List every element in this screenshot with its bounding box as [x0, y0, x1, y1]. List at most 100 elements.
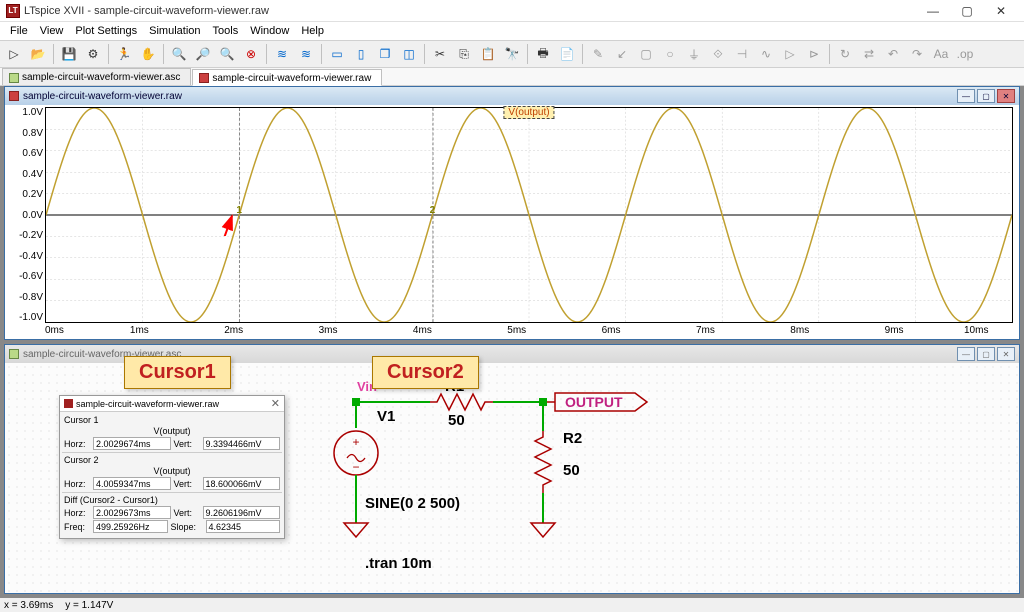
schematic-minimize-button[interactable]: —	[957, 347, 975, 361]
menu-help[interactable]: Help	[295, 24, 330, 38]
schematic-icon	[9, 349, 19, 359]
diode-button[interactable]: ▷	[779, 43, 801, 65]
waveform-icon	[199, 73, 209, 83]
x-tick: 5ms	[507, 325, 526, 339]
statusbar: x = 3.69ms y = 1.147V	[0, 598, 1024, 612]
r2-value[interactable]: 50	[563, 462, 580, 479]
y-tick: 0.4V	[22, 169, 43, 180]
y-tick: 0.2V	[22, 189, 43, 200]
y-tick: -0.4V	[19, 251, 43, 262]
menubar: File View Plot Settings Simulation Tools…	[0, 22, 1024, 40]
x-tick: 6ms	[602, 325, 621, 339]
zoom-out-button[interactable]: 🔍	[216, 43, 238, 65]
menu-window[interactable]: Window	[244, 24, 295, 38]
cut-button[interactable]: ✂	[429, 43, 451, 65]
waveform-x-axis[interactable]: 0ms 1ms 2ms 3ms 4ms 5ms 6ms 7ms 8ms 9ms …	[45, 325, 1013, 339]
autorange-button[interactable]: ≋	[271, 43, 293, 65]
run-button[interactable]: 🏃	[113, 43, 135, 65]
x-tick: 2ms	[224, 325, 243, 339]
y-tick: -0.8V	[19, 292, 43, 303]
zoom-in-button[interactable]: 🔍	[168, 43, 190, 65]
tab-raw[interactable]: sample-circuit-waveform-viewer.raw	[192, 69, 382, 86]
waveform-minimize-button[interactable]: —	[957, 89, 975, 103]
tab-asc-label: sample-circuit-waveform-viewer.asc	[22, 72, 180, 83]
open-button[interactable]: 📂	[27, 43, 49, 65]
schematic-maximize-button[interactable]: ▢	[977, 347, 995, 361]
y-tick: -0.2V	[19, 230, 43, 241]
resistor-r2[interactable]	[535, 431, 551, 493]
draw-line-button[interactable]: ↙	[611, 43, 633, 65]
draw-wire-button[interactable]: ✎	[587, 43, 609, 65]
menu-tools[interactable]: Tools	[207, 24, 245, 38]
mirror-button[interactable]: ⇄	[858, 43, 880, 65]
r2-label[interactable]: R2	[563, 430, 582, 447]
y-tick: 0.8V	[22, 128, 43, 139]
schematic-close-button[interactable]: ✕	[997, 347, 1015, 361]
x-tick: 10ms	[964, 325, 988, 339]
find-button[interactable]: 🔭	[501, 43, 523, 65]
copy-button[interactable]: ⎘	[453, 43, 475, 65]
trace-label[interactable]: V(output)	[503, 106, 554, 119]
inductor-button[interactable]: ∿	[755, 43, 777, 65]
waveform-window-titlebar[interactable]: sample-circuit-waveform-viewer.raw — ▢ ✕	[5, 87, 1019, 105]
r1-value[interactable]: 50	[448, 412, 465, 429]
zoom-extents-button[interactable]: ⊗	[240, 43, 262, 65]
ground-button[interactable]: ⏚	[683, 43, 705, 65]
close-button[interactable]: ✕	[984, 0, 1018, 22]
label-net-button[interactable]: Aa	[930, 43, 952, 65]
redo-button[interactable]: ↷	[906, 43, 928, 65]
waveform-close-button[interactable]: ✕	[997, 89, 1015, 103]
resistor-button[interactable]: ⟐	[707, 43, 729, 65]
cursor-1-marker[interactable]: 1	[236, 108, 242, 322]
draw-circle-button[interactable]: ○	[659, 43, 681, 65]
waveform-window-title: sample-circuit-waveform-viewer.raw	[23, 91, 182, 102]
schematic-canvas[interactable]: sample-circuit-waveform-viewer.raw ✕ Cur…	[5, 363, 1019, 593]
draw-rect-button[interactable]: ▢	[635, 43, 657, 65]
close-all-button[interactable]: ◫	[398, 43, 420, 65]
ground-symbol[interactable]	[531, 523, 555, 537]
rotate-button[interactable]: ↻	[834, 43, 856, 65]
zoom-pan-button[interactable]: 🔎	[192, 43, 214, 65]
svg-text:2: 2	[430, 205, 436, 216]
tab-asc[interactable]: sample-circuit-waveform-viewer.asc	[2, 68, 191, 85]
waveform-maximize-button[interactable]: ▢	[977, 89, 995, 103]
x-tick: 4ms	[413, 325, 432, 339]
v1-label[interactable]: V1	[377, 408, 395, 425]
waveform-y-axis[interactable]: 1.0V 0.8V 0.6V 0.4V 0.2V 0.0V -0.2V -0.4…	[5, 105, 45, 339]
v1-value[interactable]: SINE(0 2 500)	[365, 495, 460, 512]
status-y: y = 1.147V	[65, 600, 113, 611]
tile-vert-button[interactable]: ▯	[350, 43, 372, 65]
ground-symbol[interactable]	[344, 523, 368, 537]
x-tick: 3ms	[319, 325, 338, 339]
cursor-2-marker[interactable]: 2	[430, 108, 436, 322]
halt-button[interactable]: ✋	[137, 43, 159, 65]
spice-directive-button[interactable]: .op	[954, 43, 976, 65]
new-schematic-button[interactable]: ▷	[3, 43, 25, 65]
app-icon: LT	[6, 4, 20, 18]
toolbar: ▷ 📂 💾 ⚙ 🏃 ✋ 🔍 🔎 🔍 ⊗ ≋ ≋ ▭ ▯ ❐ ◫ ✂ ⎘ 📋 🔭 …	[0, 40, 1024, 68]
net-label-output[interactable]: OUTPUT	[547, 393, 647, 411]
x-tick: 7ms	[696, 325, 715, 339]
minimize-button[interactable]: —	[916, 0, 950, 22]
menu-view[interactable]: View	[34, 24, 70, 38]
menu-file[interactable]: File	[4, 24, 34, 38]
spice-directive-tran[interactable]: .tran 10m	[365, 555, 432, 572]
maximize-button[interactable]: ▢	[950, 0, 984, 22]
control-panel-button[interactable]: ⚙	[82, 43, 104, 65]
save-button[interactable]: 💾	[58, 43, 80, 65]
add-plot-pane-button[interactable]: ≋	[295, 43, 317, 65]
cascade-button[interactable]: ❐	[374, 43, 396, 65]
paste-button[interactable]: 📋	[477, 43, 499, 65]
print-setup-button[interactable]: 📄	[556, 43, 578, 65]
status-x: x = 3.69ms	[4, 600, 53, 611]
resistor-r1[interactable]	[430, 394, 493, 410]
waveform-plot[interactable]: V(output)	[45, 107, 1013, 339]
capacitor-button[interactable]: ⊣	[731, 43, 753, 65]
menu-simulation[interactable]: Simulation	[143, 24, 206, 38]
document-tabs: sample-circuit-waveform-viewer.asc sampl…	[0, 68, 1024, 86]
print-button[interactable]: 🖶	[532, 43, 554, 65]
tile-horz-button[interactable]: ▭	[326, 43, 348, 65]
menu-plot-settings[interactable]: Plot Settings	[69, 24, 143, 38]
component-button[interactable]: ⊳	[803, 43, 825, 65]
undo-button[interactable]: ↶	[882, 43, 904, 65]
